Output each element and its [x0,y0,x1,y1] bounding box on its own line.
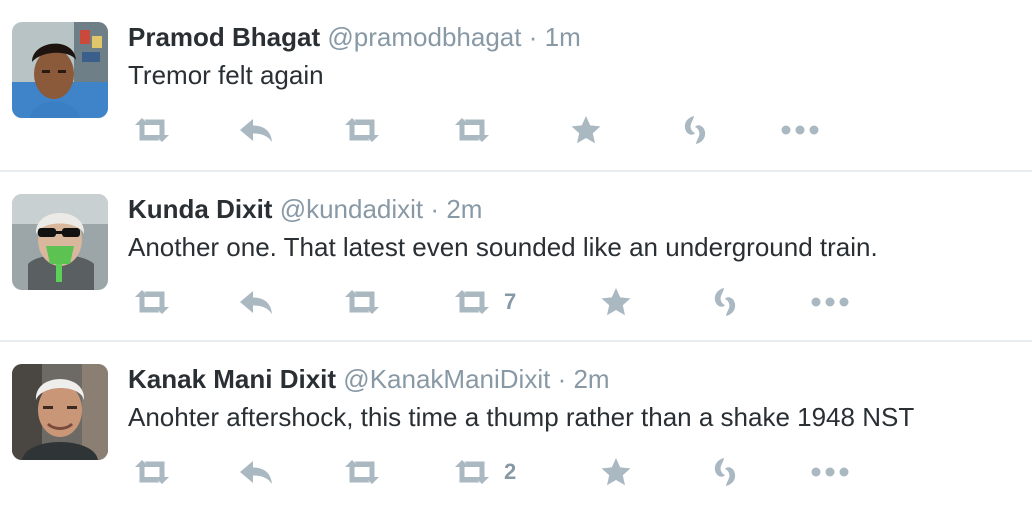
retweet-count: 7 [504,289,517,314]
reply-button[interactable] [238,108,274,152]
reply-icon [238,116,274,144]
more-button[interactable] [780,108,820,152]
retweet-button[interactable] [132,280,172,324]
retweet-button[interactable] [342,280,382,324]
timeline: Pramod Bhagat @pramodbhagat · 1m Tremor … [0,0,1032,498]
reply-icon [238,288,274,316]
retweet-icon [342,116,382,144]
separator: · [557,364,567,394]
tweet-text: Tremor felt again [128,60,324,90]
tweet[interactable]: Kunda Dixit @kundadixit · 2m Another one… [0,170,1032,340]
separator: · [430,194,440,224]
username[interactable]: @kundadixit [280,194,423,224]
tweet-actions: 7 [128,280,848,324]
tweet-text: Another one. That latest even sounded li… [128,232,878,262]
favorite-button[interactable] [600,280,632,324]
s-logo-icon [710,456,740,488]
reply-button[interactable] [238,280,274,324]
timestamp[interactable]: 2m [573,364,609,394]
reply-button[interactable] [238,450,274,494]
retweet-count-button[interactable] [452,108,504,152]
reply-icon [238,458,274,486]
retweet-count-button[interactable]: 7 [452,280,516,324]
retweet-icon [342,288,382,316]
username[interactable]: @KanakManiDixit [343,364,550,394]
favorite-button[interactable] [600,450,632,494]
avatar-kunda-dixit[interactable] [12,194,108,290]
display-name[interactable]: Kunda Dixit [128,194,272,224]
more-dots-icon [810,466,850,478]
tweet-header: Pramod Bhagat @pramodbhagat · 1m [128,20,581,54]
tweet-actions [128,108,848,152]
s-logo-icon [710,286,740,318]
favorite-star-icon [570,114,602,146]
display-name[interactable]: Pramod Bhagat [128,22,320,52]
timestamp[interactable]: 1m [545,22,581,52]
username[interactable]: @pramodbhagat [327,22,521,52]
more-dots-icon [810,296,850,308]
retweet-icon [452,288,492,316]
retweet-icon [452,458,492,486]
retweet-count-button[interactable]: 2 [452,450,516,494]
profile-photo-icon [12,194,108,290]
favorite-button[interactable] [570,108,602,152]
tweet-header: Kanak Mani Dixit @KanakManiDixit · 2m [128,362,610,396]
tweet-text: Anohter aftershock, this time a thump ra… [128,402,915,432]
tweet-header: Kunda Dixit @kundadixit · 2m [128,192,482,226]
retweet-button[interactable] [132,108,172,152]
more-dots-icon [780,124,820,136]
display-name[interactable]: Kanak Mani Dixit [128,364,336,394]
timestamp[interactable]: 2m [446,194,482,224]
tweet[interactable]: Pramod Bhagat @pramodbhagat · 1m Tremor … [0,0,1032,170]
retweet-icon [132,116,172,144]
s-logo-button[interactable] [710,280,740,324]
tweet[interactable]: Kanak Mani Dixit @KanakManiDixit · 2m An… [0,340,1032,510]
more-button[interactable] [810,450,850,494]
retweet-button[interactable] [342,450,382,494]
separator: · [528,22,538,52]
more-button[interactable] [810,280,850,324]
retweet-button[interactable] [132,450,172,494]
profile-photo-icon [12,22,108,118]
retweet-icon [452,116,492,144]
avatar-pramod-bhagat[interactable] [12,22,108,118]
favorite-star-icon [600,286,632,318]
tweet-actions: 2 [128,450,848,494]
s-logo-button[interactable] [680,108,710,152]
retweet-button[interactable] [342,108,382,152]
s-logo-icon [680,114,710,146]
favorite-star-icon [600,456,632,488]
retweet-icon [342,458,382,486]
avatar-kanak-mani-dixit[interactable] [12,364,108,460]
retweet-icon [132,288,172,316]
s-logo-button[interactable] [710,450,740,494]
profile-photo-icon [12,364,108,460]
retweet-count: 2 [504,459,517,484]
retweet-icon [132,458,172,486]
